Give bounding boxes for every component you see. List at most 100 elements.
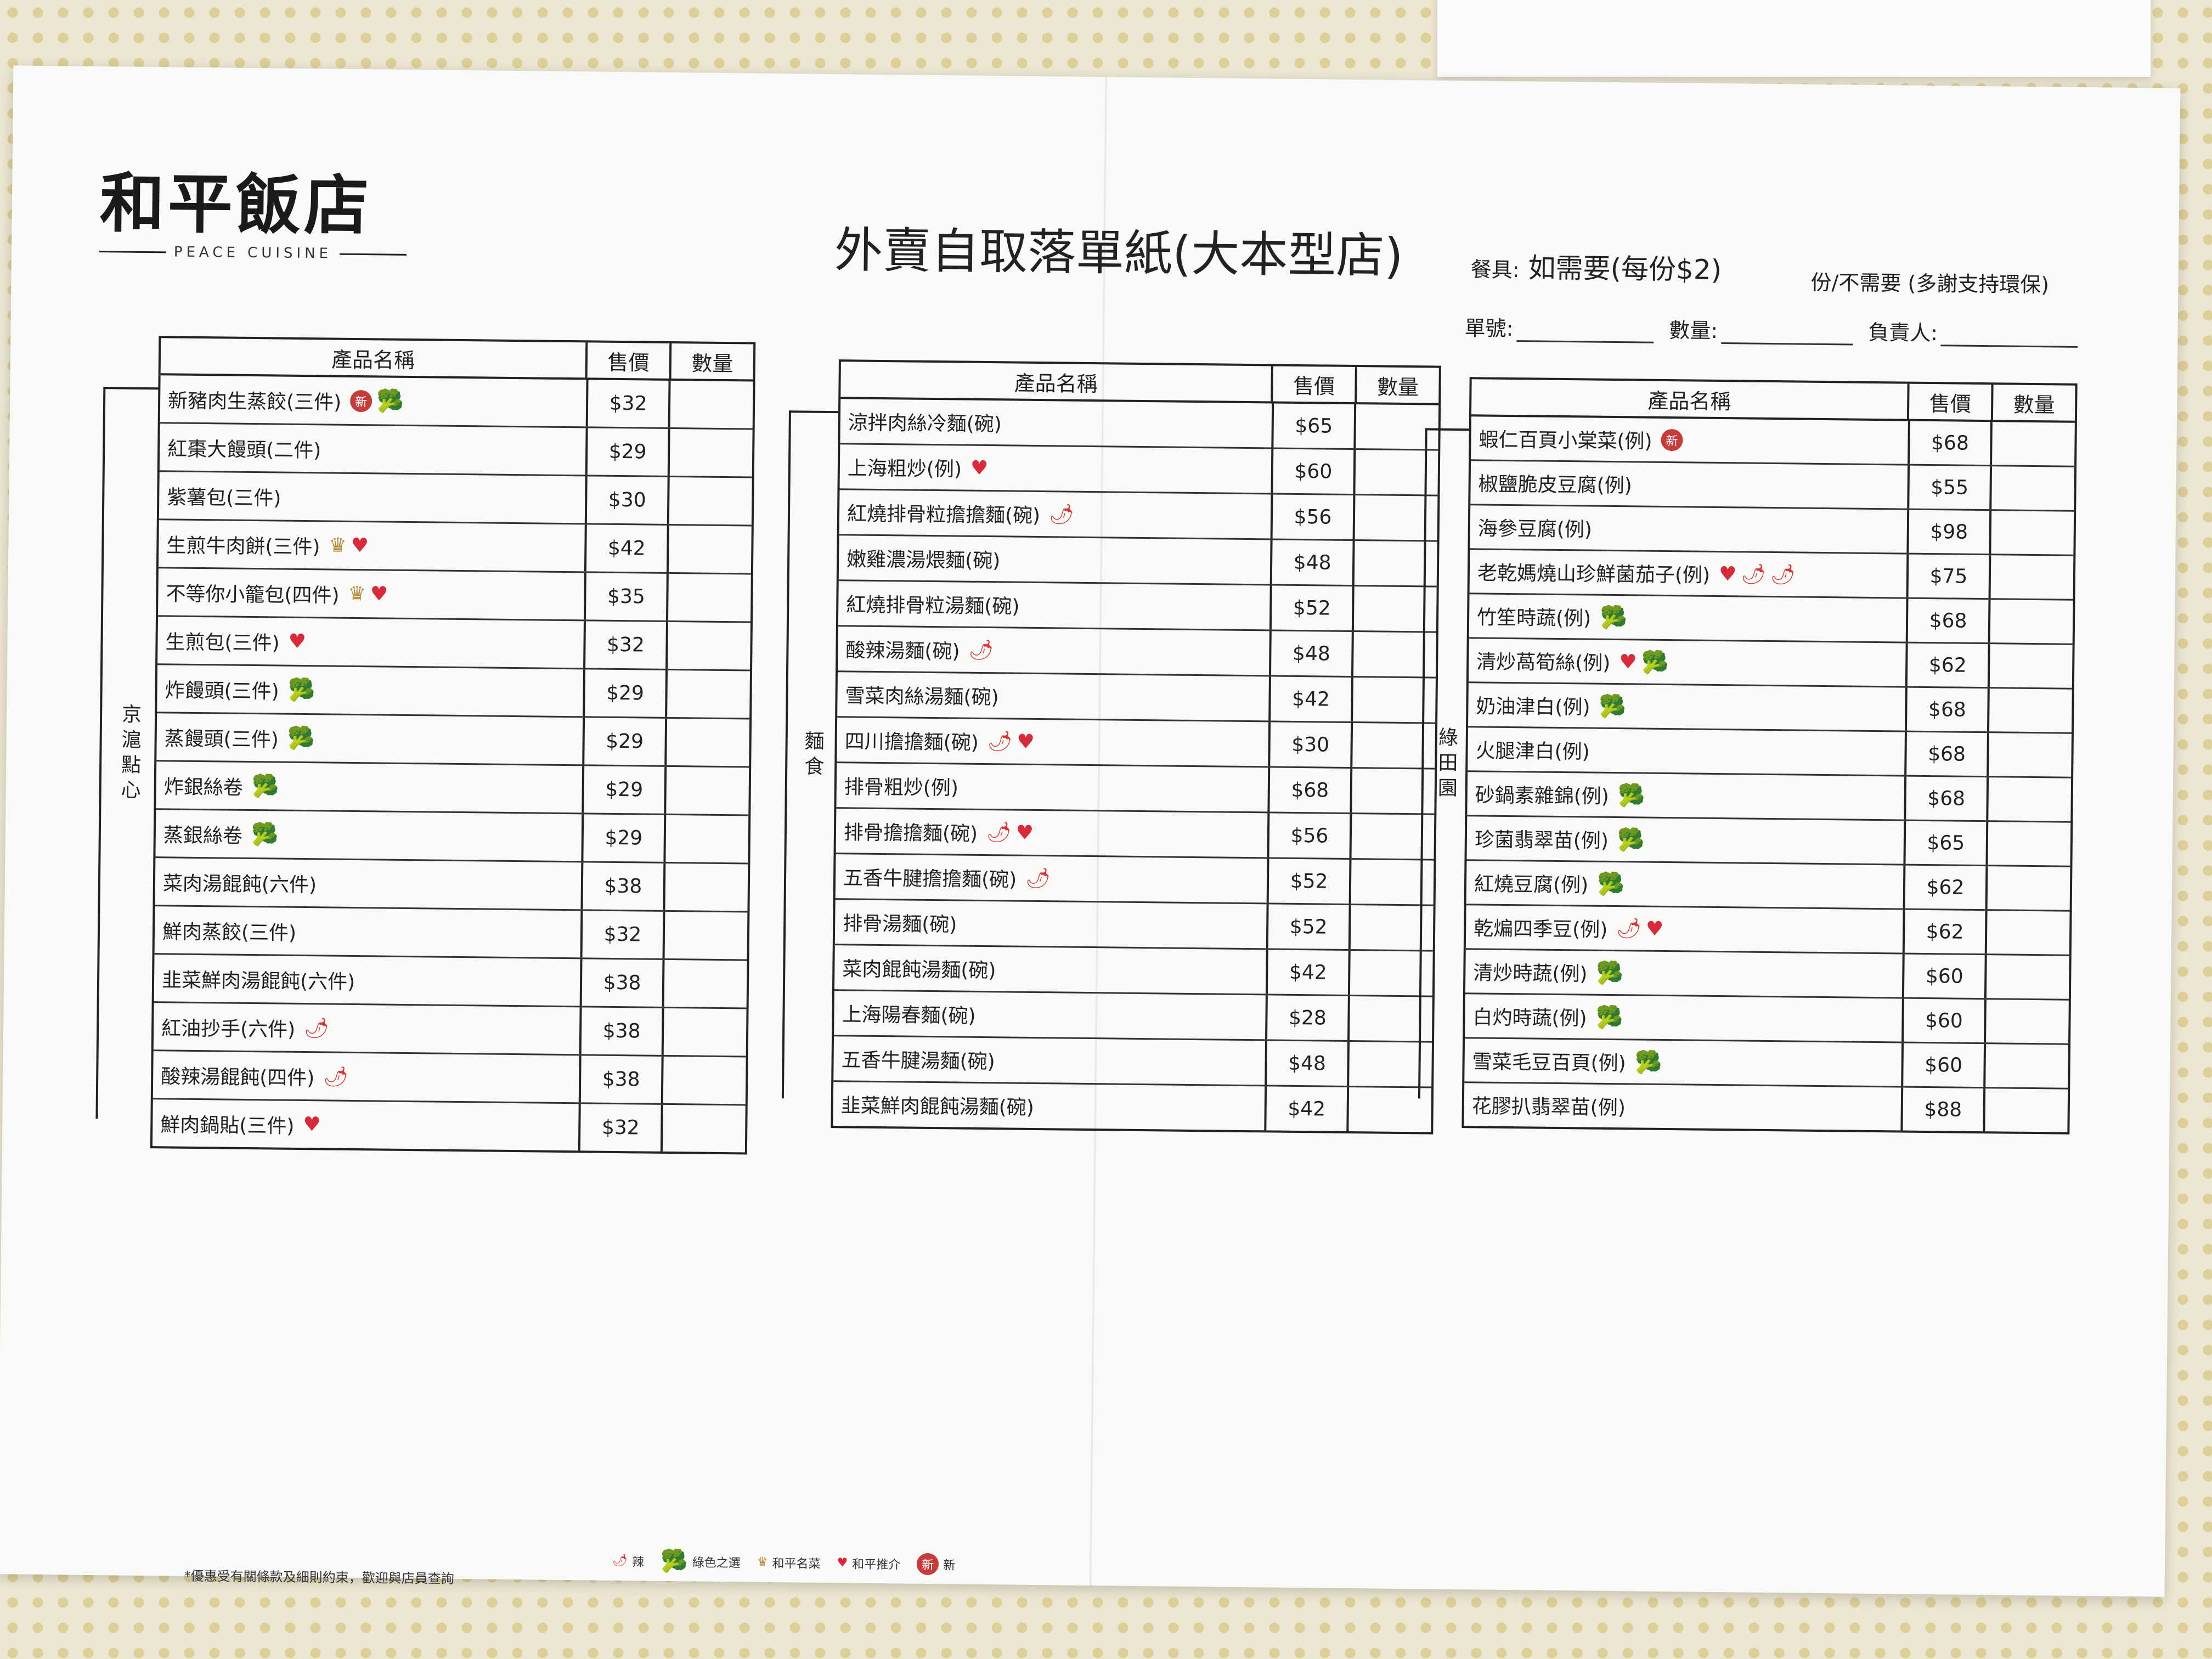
item-qty-cell[interactable] xyxy=(1989,689,2072,732)
table-row: 海參豆腐(例) $98 xyxy=(1470,505,2074,556)
item-price: $29 xyxy=(587,428,670,476)
menu-table-2: 產品名稱 售價 數量 蝦仁百頁小棠菜(例) 新 $68 椒鹽脆皮豆腐(例) $55 海參豆腐(例… xyxy=(1462,377,2078,1135)
item-qty-cell[interactable] xyxy=(1989,733,2072,777)
item-qty-cell[interactable] xyxy=(670,381,753,428)
item-price: $52 xyxy=(1268,904,1351,950)
item-icons: 新 🥦 xyxy=(350,388,404,414)
item-name-cell: 砂鍋素雜錦(例) 🥦 xyxy=(1467,772,1907,820)
item-name-cell: 紅燒排骨粒湯麵(碗) xyxy=(838,581,1272,630)
item-icons: 🌶 ♥ xyxy=(1616,917,1663,940)
item-price: $35 xyxy=(585,573,669,620)
legend-item: ♥ 和平推介 xyxy=(837,1554,900,1572)
item-name-cell: 海參豆腐(例) xyxy=(1470,505,1910,553)
header-price: 售價 xyxy=(1273,366,1357,403)
item-name-cell: 白灼時蔬(例) 🥦 xyxy=(1465,994,1904,1042)
table-row: 火腿津白(例) $68 xyxy=(1468,727,2072,778)
broccoli-icon: 🥦 xyxy=(287,725,315,752)
item-qty-cell[interactable] xyxy=(665,815,748,863)
item-qty-cell[interactable] xyxy=(1985,1044,2068,1088)
item-qty-cell[interactable] xyxy=(1990,600,2073,644)
new-badge-icon: 新 xyxy=(1661,428,1683,452)
item-price: $60 xyxy=(1904,954,1987,998)
item-qty-cell[interactable] xyxy=(1991,511,2074,555)
item-name: 五香牛腱擔擔麵(碗) xyxy=(843,867,1017,891)
item-qty-cell[interactable] xyxy=(670,429,753,477)
item-icons: ♛ ♥ xyxy=(329,534,369,557)
item-qty-cell[interactable] xyxy=(1991,555,2074,599)
item-name: 蒸饅頭(三件) xyxy=(164,727,279,752)
item-qty-cell[interactable] xyxy=(663,1105,746,1153)
item-icons: ♥ xyxy=(303,1113,321,1136)
item-qty-cell[interactable] xyxy=(1988,777,2071,821)
item-name: 紅棗大饅頭(二件) xyxy=(167,437,321,462)
item-name-cell: 清炒時蔬(例) 🥦 xyxy=(1465,950,1905,997)
item-name: 紅油抄手(六件) xyxy=(161,1017,296,1041)
legend-item: 🥦 綠色之選 xyxy=(661,1548,741,1575)
item-name-cell: 紅燒豆腐(例) 🥦 xyxy=(1466,861,1906,909)
brand-subtitle: PEACE CUISINE xyxy=(173,244,332,262)
item-price: $38 xyxy=(580,1056,664,1103)
chili-icon: 🌶 xyxy=(612,1553,628,1568)
table-row: 韭菜鮮肉餛飩湯麵(碗) $42 xyxy=(833,1082,1431,1132)
item-qty-cell[interactable] xyxy=(669,526,752,573)
item-name-cell: 珍菌翡翠苗(例) 🥦 xyxy=(1466,816,1906,864)
item-name: 紅燒排骨粒湯麵(碗) xyxy=(846,594,1020,618)
item-qty-cell[interactable] xyxy=(1988,822,2070,866)
qty-blank[interactable] xyxy=(1720,324,1853,346)
person-blank[interactable] xyxy=(1940,326,2079,348)
heart-icon: ♥ xyxy=(370,583,388,606)
item-qty-cell[interactable] xyxy=(666,767,749,815)
item-qty-cell[interactable] xyxy=(1988,866,2070,910)
item-qty-cell[interactable] xyxy=(1992,422,2075,466)
heart-icon: ♥ xyxy=(1015,821,1034,844)
item-icons: 🌶 xyxy=(1025,867,1051,890)
item-qty-cell[interactable] xyxy=(1986,1000,2069,1043)
item-name: 乾煸四季豆(例) xyxy=(1473,917,1608,941)
order-sheet: 和平飯店 PEACE CUISINE 外賣自取落單紙(大本型店) 餐具: 如需要… xyxy=(0,65,2181,1597)
order-no-blank[interactable] xyxy=(1516,321,1654,343)
item-name: 酸辣湯麵(碗) xyxy=(845,639,960,663)
item-qty-cell[interactable] xyxy=(665,864,748,911)
qty-field[interactable]: 數量: xyxy=(1669,313,1853,346)
item-price: $42 xyxy=(1267,950,1351,995)
item-qty-cell[interactable] xyxy=(1987,955,2069,999)
item-price: $60 xyxy=(1903,1043,1987,1087)
item-qty-cell[interactable] xyxy=(663,1057,746,1104)
table-row: 上海粗炒(例) ♥ $60 xyxy=(839,444,1438,496)
item-qty-cell[interactable] xyxy=(1987,911,2070,955)
item-qty-cell[interactable] xyxy=(667,719,749,766)
item-qty-cell[interactable] xyxy=(668,622,751,670)
item-name-cell: 酸辣湯餛飩(四件) 🌶 xyxy=(153,1051,582,1103)
broccoli-icon: 🥦 xyxy=(1617,827,1645,853)
item-icons: 🌶 xyxy=(1049,503,1074,526)
item-qty-cell[interactable] xyxy=(1990,644,2073,688)
item-qty-cell[interactable] xyxy=(667,670,750,718)
item-qty-cell[interactable] xyxy=(664,1008,747,1056)
item-qty-cell[interactable] xyxy=(1991,466,2074,510)
person-field[interactable]: 負責人: xyxy=(1868,315,2079,348)
item-name-cell: 韭菜鮮肉餛飩湯麵(碗) xyxy=(833,1082,1267,1131)
item-name-cell: 排骨擔擔麵(碗) 🌶 ♥ xyxy=(836,809,1270,857)
item-qty-cell[interactable] xyxy=(664,960,747,1008)
item-icons: 🥦 xyxy=(1617,827,1645,853)
chili-icon: 🌶 xyxy=(987,730,1013,753)
item-name-cell: 紅燒排骨粒擔擔麵(碗) 🌶 xyxy=(839,490,1273,539)
item-price: $52 xyxy=(1271,585,1355,631)
item-name: 五香牛腱湯麵(碗) xyxy=(841,1049,995,1074)
item-qty-cell[interactable] xyxy=(669,477,752,525)
item-name: 排骨擔擔麵(碗) xyxy=(843,821,978,845)
item-name-cell: 排骨湯麵(碗) xyxy=(834,900,1269,949)
item-qty-cell[interactable] xyxy=(665,912,748,960)
item-qty-cell[interactable] xyxy=(1985,1088,2068,1132)
utensil-option: 餐具: 如需要(每份$2) xyxy=(1470,245,1722,287)
brand-logo: 和平飯店 PEACE CUISINE xyxy=(99,165,408,263)
item-name: 紫薯包(三件) xyxy=(167,486,281,510)
table-row: 菜肉餛飩湯麵(碗) $42 xyxy=(834,945,1433,997)
item-name: 韭菜鮮肉餛飩湯麵(碗) xyxy=(840,1094,1035,1119)
order-no-field[interactable]: 單號: xyxy=(1464,311,1654,343)
header-name: 產品名稱 xyxy=(160,338,588,378)
item-name: 紅燒豆腐(例) xyxy=(1474,873,1589,897)
item-qty-cell[interactable] xyxy=(668,574,751,622)
chili-icon: 🌶 xyxy=(1770,563,1796,586)
legend-label: 新 xyxy=(943,1558,956,1573)
